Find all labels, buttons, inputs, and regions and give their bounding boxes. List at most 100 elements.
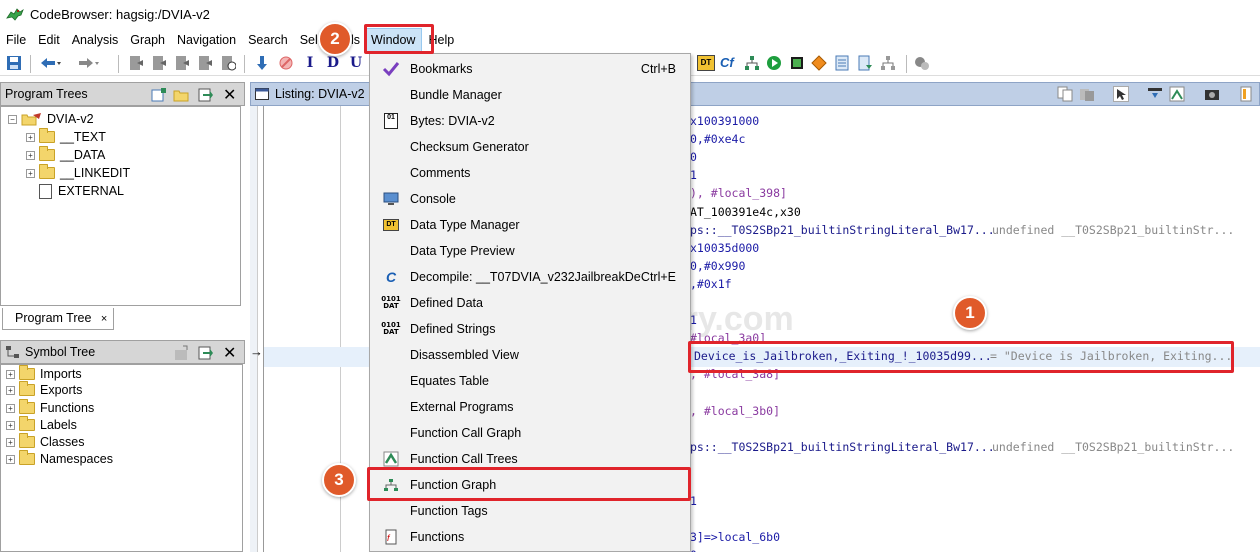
menu-item-bundle-manager[interactable]: Bundle Manager — [370, 82, 690, 108]
new-tree-icon[interactable] — [151, 87, 167, 103]
menu-tools[interactable]: ls — [351, 28, 364, 52]
back-arrow-icon[interactable] — [40, 55, 62, 71]
menu-item-decompile-t07dvia-v232jailbreakdet[interactable]: C Decompile: __T07DVIA_v232JailbreakDet..… — [370, 264, 690, 290]
menu-item-external-programs[interactable]: External Programs — [370, 394, 690, 420]
symbol-item-labels[interactable]: + Labels — [6, 416, 77, 434]
listing-line[interactable]: 0 — [690, 548, 697, 552]
nav-function-icon[interactable] — [220, 55, 236, 71]
snapshot-icon[interactable] — [1204, 86, 1220, 102]
menu-item-disassembled-view[interactable]: Disassembled View — [370, 342, 690, 368]
listing-line[interactable]: ), #local_398] — [690, 186, 787, 200]
tree-root[interactable]: − DVIA-v2 — [8, 110, 94, 128]
paste-icon[interactable] — [1079, 86, 1095, 102]
listing-line[interactable]: , #local_3b0] — [690, 404, 780, 418]
menu-item-checksum-generator[interactable]: Checksum Generator — [370, 134, 690, 160]
listing-line[interactable]: ps::__T0S2SBp21_builtinStringLiteral_Bw1… — [690, 223, 995, 237]
tab-program-tree[interactable]: Program Tree × — [2, 308, 115, 330]
menu-item-bookmarks[interactable]: Bookmarks Ctrl+B — [370, 56, 690, 82]
listing-line[interactable]: AT_100391e4c,x30 — [690, 205, 801, 219]
disassemble-icon[interactable]: I — [302, 55, 318, 71]
menu-item-equates-table[interactable]: Equates Table — [370, 368, 690, 394]
menu-file[interactable]: File — [0, 28, 32, 52]
symbol-item-functions[interactable]: + Functions — [6, 399, 94, 417]
symbol-item-classes[interactable]: + Classes — [6, 433, 84, 451]
data-type-manager-icon[interactable]: DT — [697, 55, 715, 71]
menu-item-defined-strings[interactable]: 0101 DAT Defined Strings — [370, 316, 690, 342]
menu-item-functions[interactable]: f Functions — [370, 524, 690, 550]
listing-icon[interactable] — [834, 55, 850, 71]
forward-arrow-icon[interactable] — [78, 55, 100, 71]
paste-tree-icon[interactable] — [197, 87, 213, 103]
undefine-icon[interactable]: U — [348, 55, 364, 71]
expand-icon[interactable]: + — [6, 403, 15, 413]
menu-item-bytes-dvia-v2[interactable]: 01 Bytes: DVIA-v2 — [370, 108, 690, 134]
diff-icon[interactable] — [1169, 86, 1185, 102]
close-icon[interactable]: ✕ — [223, 85, 236, 105]
nav-undefined-icon[interactable] — [174, 55, 190, 71]
down-arrow-icon[interactable] — [254, 55, 270, 71]
listing-line[interactable]: 1 — [690, 494, 697, 508]
copy-icon[interactable] — [1057, 86, 1073, 102]
menu-analysis[interactable]: Analysis — [66, 28, 125, 52]
decompiler-icon[interactable]: Cf — [720, 55, 736, 71]
nav-data-icon[interactable] — [151, 55, 167, 71]
menu-item-defined-data[interactable]: 0101 DAT Defined Data — [370, 290, 690, 316]
tree-item-linkedit[interactable]: + __LINKEDIT — [26, 164, 130, 182]
field-format-icon[interactable] — [1147, 86, 1163, 102]
listing-line[interactable]: x10035d000 — [690, 241, 759, 255]
open-folder-icon[interactable] — [173, 87, 189, 103]
listing-line[interactable]: 3]=>local_6b0 — [690, 530, 780, 544]
clear-icon[interactable] — [278, 55, 294, 71]
create-namespace-icon[interactable] — [173, 345, 189, 361]
collapse-icon[interactable]: − — [8, 114, 17, 124]
menu-item-data-type-preview[interactable]: Data Type Preview — [370, 238, 690, 264]
menu-item-console[interactable]: Console — [370, 186, 690, 212]
menu-item-data-type-manager[interactable]: DT Data Type Manager — [370, 212, 690, 238]
menu-item-function-tags[interactable]: Function Tags — [370, 498, 690, 524]
cursor-select-icon[interactable] — [1113, 86, 1129, 102]
memory-icon[interactable] — [789, 55, 805, 71]
tree-item-text[interactable]: + __TEXT — [26, 128, 106, 146]
menu-item-label: Bookmarks — [410, 62, 473, 76]
expand-icon[interactable]: + — [6, 385, 15, 395]
symbol-item-exports[interactable]: + Exports — [6, 381, 82, 399]
expand-icon[interactable]: + — [6, 369, 15, 379]
panel-menu-icon[interactable] — [1239, 86, 1255, 102]
expand-icon[interactable]: + — [6, 420, 15, 430]
debugger-icon[interactable] — [914, 55, 930, 71]
nav-instruction-icon[interactable] — [128, 55, 144, 71]
expand-icon[interactable]: + — [26, 168, 35, 178]
listing-line[interactable]: 0,#0xe4c — [690, 132, 745, 146]
listing-line[interactable]: x100391000 — [690, 114, 759, 128]
call-tree-icon[interactable] — [880, 55, 896, 71]
tree-item-external[interactable]: EXTERNAL — [39, 182, 124, 200]
menu-edit[interactable]: Edit — [32, 28, 66, 52]
listing-line[interactable]: 0,#0x990 — [690, 259, 745, 273]
export-icon[interactable] — [857, 55, 873, 71]
menu-item-comments[interactable]: Comments — [370, 160, 690, 186]
listing-icon — [255, 88, 269, 100]
function-graph-icon[interactable] — [744, 55, 760, 71]
nav-label-icon[interactable] — [197, 55, 213, 71]
tab-close-icon[interactable]: × — [101, 313, 107, 325]
expand-icon[interactable]: + — [26, 132, 35, 142]
paste-symbol-icon[interactable] — [197, 345, 213, 361]
close-icon[interactable]: ✕ — [223, 343, 236, 363]
symbol-item-namespaces[interactable]: + Namespaces — [6, 450, 113, 468]
listing-line[interactable]: 0 — [690, 150, 697, 164]
tree-item-data[interactable]: + __DATA — [26, 146, 105, 164]
menu-search[interactable]: Search — [242, 28, 294, 52]
expand-icon[interactable]: + — [6, 437, 15, 447]
save-icon[interactable] — [6, 55, 22, 71]
menu-graph[interactable]: Graph — [124, 28, 171, 52]
expand-icon[interactable]: + — [6, 454, 15, 464]
data-icon[interactable]: D — [325, 55, 341, 71]
run-script-icon[interactable] — [766, 55, 782, 71]
expand-icon[interactable]: + — [26, 150, 35, 160]
menu-bar: File Edit Analysis Graph Navigation Sear… — [0, 28, 1260, 52]
bookmark-diamond-icon[interactable] — [811, 55, 827, 71]
menu-icon-spacer — [378, 134, 404, 160]
listing-line[interactable]: ps::__T0S2SBp21_builtinStringLiteral_Bw1… — [690, 440, 995, 454]
menu-navigation[interactable]: Navigation — [171, 28, 242, 52]
menu-item-function-call-graph[interactable]: Function Call Graph — [370, 420, 690, 446]
